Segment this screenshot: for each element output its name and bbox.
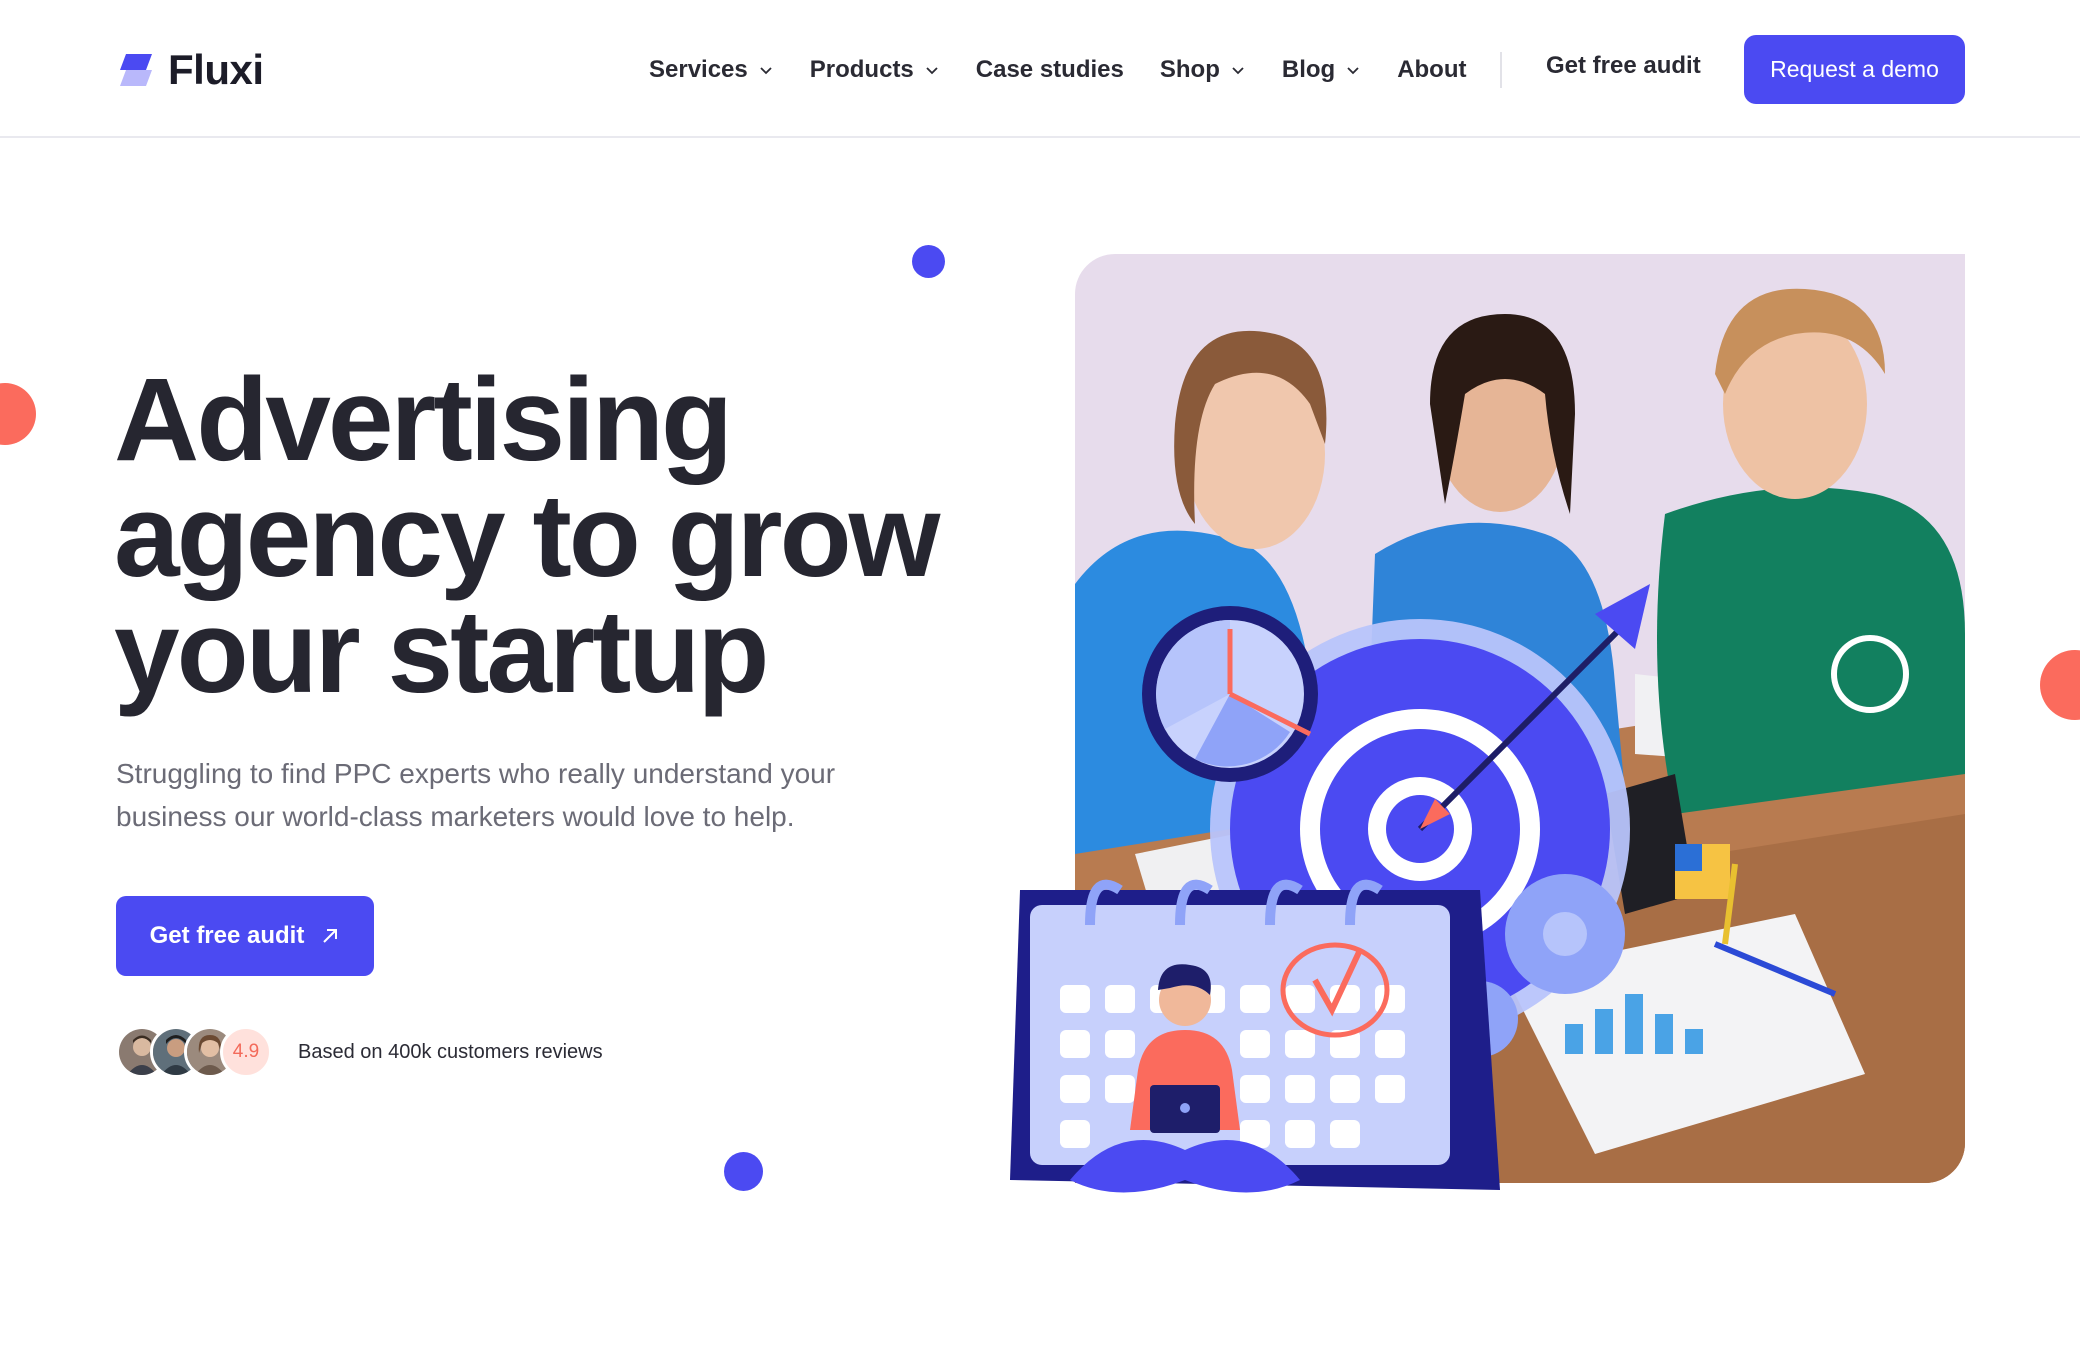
main-nav: Services Products Case studies Shop Blog…: [649, 50, 1503, 90]
hero-title-line: Advertising: [114, 354, 733, 486]
hero-title-line: your startup: [114, 586, 769, 718]
decorative-dot: [2040, 650, 2080, 720]
landing-page: Fluxi Services Products Case studies Sho…: [0, 0, 2080, 1351]
nav-item-case-studies[interactable]: Case studies: [976, 56, 1124, 84]
chevron-down-icon: [926, 67, 938, 75]
button-label: Get free audit: [149, 922, 305, 949]
hero-title: Advertising agency to grow your startup: [114, 354, 974, 718]
get-free-audit-button[interactable]: Get free audit: [116, 896, 374, 976]
calendar-illustration: [1010, 879, 1500, 1193]
nav-item-label: Shop: [1159, 56, 1220, 83]
nav-item-label: Case studies: [975, 56, 1124, 83]
avatar-group: 4.9: [116, 1024, 276, 1080]
chevron-down-icon: [760, 67, 772, 75]
nav-item-services[interactable]: Services: [649, 56, 774, 84]
nav-item-shop[interactable]: Shop: [1160, 56, 1246, 84]
nav-item-label: Blog: [1281, 56, 1336, 83]
hero-title-line: agency to grow: [114, 470, 940, 602]
nav-item-about[interactable]: About: [1397, 56, 1466, 84]
nav-item-blog[interactable]: Blog: [1282, 56, 1361, 84]
request-demo-button[interactable]: Request a demo: [1744, 35, 1965, 104]
chevron-down-icon: [1347, 67, 1359, 75]
nav-item-products[interactable]: Products: [810, 56, 940, 84]
nav-item-label: Products: [809, 56, 914, 83]
arrow-up-right-icon: [323, 929, 338, 943]
get-free-audit-link[interactable]: Get free audit: [1546, 52, 1701, 80]
nav-item-label: Services: [649, 56, 748, 83]
site-header: Fluxi Services Products Case studies Sho…: [0, 0, 2080, 138]
nav-item-label: About: [1397, 56, 1467, 83]
chevron-down-icon: [1232, 67, 1244, 75]
nav-divider: [1500, 52, 1502, 88]
decorative-dot: [0, 383, 36, 445]
decorative-dot: [912, 245, 945, 278]
customer-reviews: 4.9 Based on 400k customers reviews: [116, 1024, 603, 1080]
fluxi-logo-icon: [120, 54, 152, 86]
rating-badge: 4.9: [220, 1026, 272, 1078]
hero-subtitle: Struggling to find PPC experts who reall…: [116, 758, 836, 832]
reviews-text: Based on 400k customers reviews: [298, 1040, 603, 1063]
brand-name: Fluxi: [168, 46, 264, 93]
logo[interactable]: Fluxi: [116, 44, 264, 96]
decorative-dot: [724, 1152, 763, 1191]
